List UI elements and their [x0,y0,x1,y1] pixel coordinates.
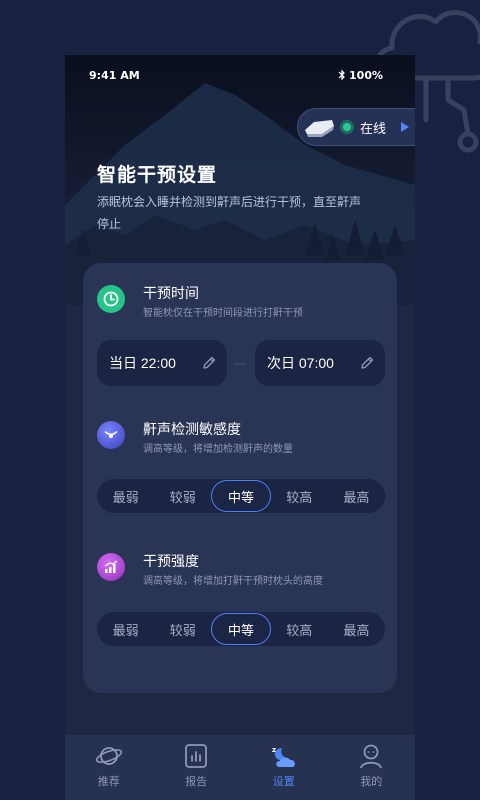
tab-recommend[interactable]: 推荐 [65,735,153,800]
report-icon [185,744,208,768]
intensity-option[interactable]: 最高 [328,613,385,645]
intensity-selector: 最弱 较弱 中等 较高 最高 [97,612,385,646]
bluetooth-icon [338,69,345,81]
radar-signal-icon [97,421,125,449]
intervention-time-title: 干预时间 [143,286,199,302]
clock-icon [97,285,125,313]
svg-text:z: z [272,746,276,754]
end-time-field[interactable]: 次日 07:00 [255,340,385,386]
battery-level: 100% [349,68,383,82]
sensitivity-option[interactable]: 较弱 [154,480,211,512]
rising-bars-icon [97,553,125,581]
start-time-value: 当日 22:00 [109,355,176,371]
pencil-icon[interactable] [201,355,217,371]
intensity-header: 干预强度 调高等级，将增加打鼾干预时枕头的高度 [97,553,323,589]
moon-cloud-icon: z [272,746,295,767]
intensity-option[interactable]: 较弱 [154,613,211,645]
sensitivity-option[interactable]: 最弱 [97,480,154,512]
tab-recommend-label: 推荐 [97,775,120,788]
planet-icon [95,747,122,765]
intensity-option[interactable]: 最弱 [97,613,154,645]
device-status-pill[interactable]: 在线 [297,108,415,146]
settings-card: 干预时间 智能枕仅在干预时间段进行打鼾干预 当日 22:00 次日 07:00 … [83,263,397,693]
status-indicators: 100% [338,69,383,82]
phone-screen: 9:41 AM 100% 在线 智能干预设置 添眠枕会入睡并检测到鼾声后进行干预… [65,55,415,800]
tab-profile-label: 我的 [360,775,383,788]
sensitivity-option[interactable]: 较高 [271,480,328,512]
play-arrow-icon [401,122,410,132]
tab-report[interactable]: 报告 [153,735,241,800]
intervention-time-subtitle: 智能枕仅在干预时间段进行打鼾干预 [143,308,303,319]
time-range-separator [234,363,246,365]
end-time-value: 次日 07:00 [267,355,334,371]
bottom-tab-bar: 推荐 报告 z 设置 我的 [65,735,415,800]
user-icon [360,744,383,769]
sensitivity-selector: 最弱 较弱 中等 较高 最高 [97,479,385,513]
start-time-field[interactable]: 当日 22:00 [97,340,227,386]
intensity-subtitle: 调高等级，将增加打鼾干预时枕头的高度 [143,576,323,587]
tab-profile[interactable]: 我的 [328,735,416,800]
sensitivity-header: 鼾声检测敏感度 调高等级，将增加检测鼾声的数量 [97,421,293,457]
intervention-time-header: 干预时间 智能枕仅在干预时间段进行打鼾干预 [97,285,303,321]
pillow-icon [305,120,334,137]
intensity-option[interactable]: 较高 [271,613,328,645]
page-description: 添眠枕会入睡并检测到鼾声后进行干预，直至鼾声停止 [97,195,362,231]
sensitivity-option[interactable]: 最高 [328,480,385,512]
sensitivity-title: 鼾声检测敏感度 [143,422,241,438]
page-title: 智能干预设置 [97,164,218,186]
status-time: 9:41 AM [89,68,140,82]
intensity-option-selected[interactable]: 中等 [211,613,271,645]
tab-settings-label: 设置 [272,775,295,788]
online-status-dot [340,120,354,134]
online-status-label: 在线 [360,121,387,137]
tab-settings[interactable]: z 设置 [240,735,328,800]
pencil-icon[interactable] [359,355,375,371]
status-bar: 9:41 AM 100% [65,55,415,95]
tab-report-label: 报告 [185,775,208,788]
sensitivity-option-selected[interactable]: 中等 [211,480,271,512]
intensity-title: 干预强度 [143,554,199,570]
sensitivity-subtitle: 调高等级，将增加检测鼾声的数量 [143,444,293,455]
